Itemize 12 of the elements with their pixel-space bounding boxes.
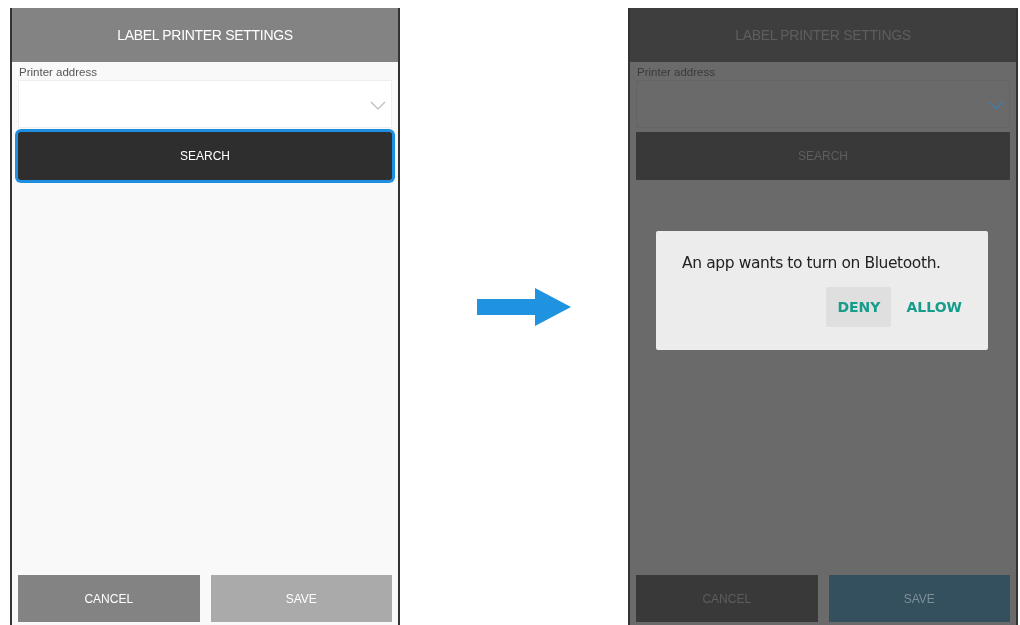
chevron-down-icon <box>988 101 1004 110</box>
save-button[interactable]: SAVE <box>828 575 1010 622</box>
printer-address-dropdown[interactable] <box>636 80 1010 128</box>
field-label: Printer address <box>19 66 98 78</box>
chevron-down-icon <box>370 101 386 110</box>
search-button[interactable]: SEARCH <box>18 132 392 180</box>
screen-title: LABEL PRINTER SETTINGS <box>117 27 293 43</box>
deny-button[interactable]: DENY <box>826 287 892 327</box>
cancel-button[interactable]: CANCEL <box>18 575 200 622</box>
allow-button[interactable]: ALLOW <box>895 287 973 327</box>
dialog-message: An app wants to turn on Bluetooth. <box>682 254 942 272</box>
right-arrow-icon <box>477 287 571 326</box>
